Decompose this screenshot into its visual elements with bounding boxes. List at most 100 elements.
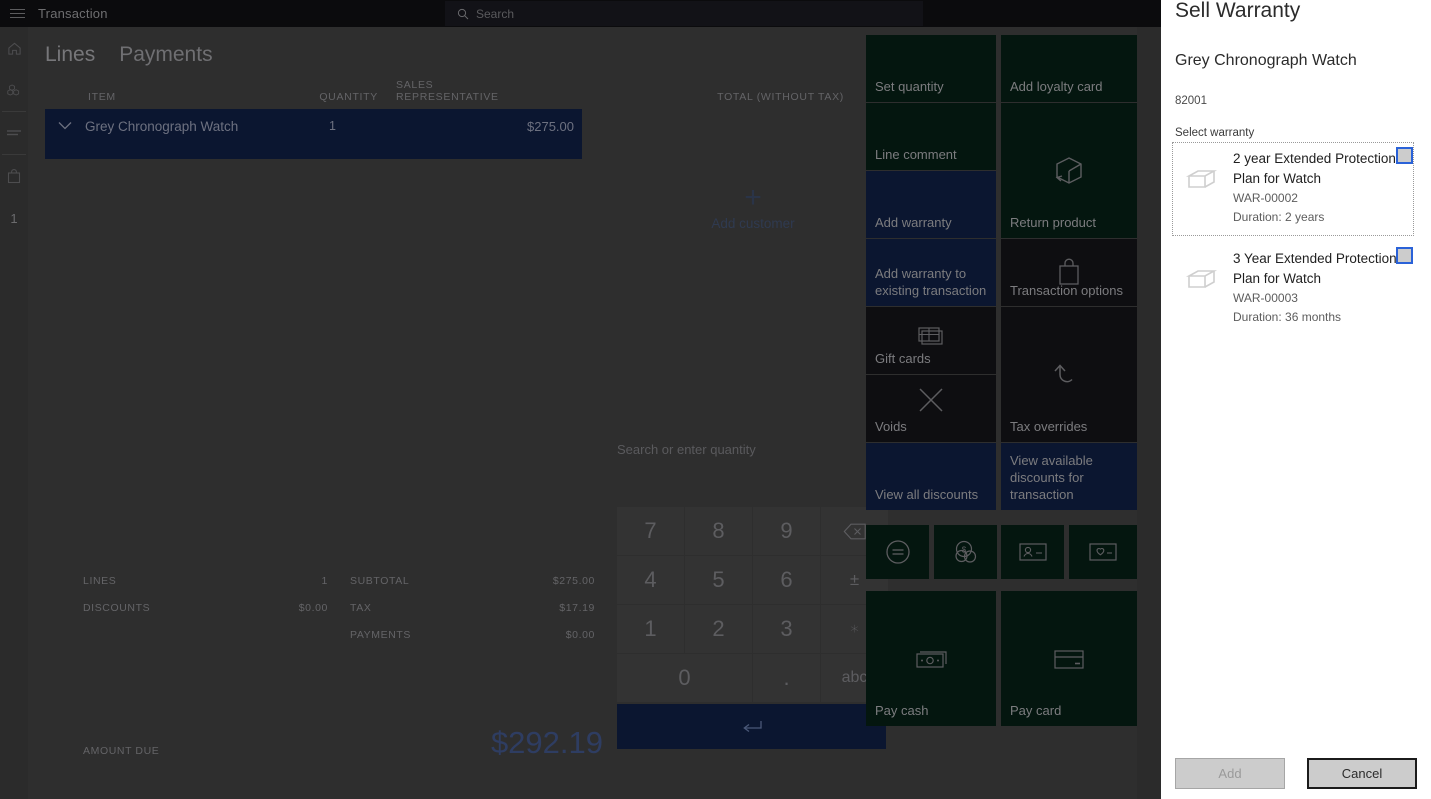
tile-view-all-discounts[interactable]: View all discounts: [866, 443, 996, 510]
totals-right-column: SUBTOTAL $275.00 TAX $17.19 PAYMENTS $0.…: [350, 575, 595, 656]
warranty-checkbox[interactable]: [1396, 147, 1413, 164]
sidebar-item-products[interactable]: [0, 69, 28, 111]
totals-label-discounts: DISCOUNTS: [83, 602, 151, 614]
image-placeholder-icon: [1175, 149, 1233, 227]
key-9[interactable]: 9: [753, 507, 820, 555]
totals-label-lines: LINES: [83, 575, 117, 587]
row-quantity: 1: [329, 119, 336, 133]
row-item-name: Grey Chronograph Watch: [85, 119, 239, 134]
tile-add-warranty-existing[interactable]: Add warranty to existing transaction: [866, 239, 996, 306]
tile-label: Transaction options: [1010, 283, 1123, 298]
tile-line-comment[interactable]: Line comment: [866, 103, 996, 170]
tile-transaction-options[interactable]: Transaction options: [1001, 239, 1137, 306]
totals-label-payments: PAYMENTS: [350, 629, 412, 641]
search-input[interactable]: Search: [445, 1, 923, 26]
search-placeholder: Search: [476, 6, 515, 21]
select-warranty-label: Select warranty: [1175, 127, 1255, 139]
tile-price-check[interactable]: [866, 525, 929, 579]
column-header-sales-representative: SALES REPRESENTATIVE: [396, 79, 499, 103]
dialog-actions: Add Cancel: [1161, 758, 1431, 789]
search-icon: [457, 8, 469, 20]
numeric-keypad: 7 8 9 4 5 6 ± 1 2 3 ∗ 0 . abc: [617, 507, 888, 702]
key-2[interactable]: 2: [685, 605, 752, 653]
totals-label-subtotal: SUBTOTAL: [350, 575, 410, 587]
sidebar-item-cart[interactable]: [0, 155, 28, 197]
tile-set-quantity[interactable]: Set quantity: [866, 35, 996, 102]
plus-icon: +: [744, 181, 762, 214]
tile-label: Return product: [1010, 215, 1096, 230]
key-3[interactable]: 3: [753, 605, 820, 653]
tile-pay-cash[interactable]: Pay cash: [866, 591, 996, 726]
amount-due: AMOUNT DUE $292.19: [83, 725, 603, 761]
list-item[interactable]: 2 year Extended Protection Plan for Watc…: [1172, 142, 1414, 236]
loyalty-card-icon: [1069, 525, 1137, 579]
hamburger-icon[interactable]: [3, 9, 31, 18]
row-total: $275.00: [527, 119, 574, 134]
transaction-panel: Lines Payments ITEM QUANTITY SALES REPRE…: [28, 27, 888, 799]
transaction-totals: LINES 1 DISCOUNTS $0.00 SUBTOTAL $275.00: [83, 575, 603, 760]
totals-row-lines: LINES 1: [83, 575, 328, 602]
key-0[interactable]: 0: [617, 654, 752, 702]
equals-circle-icon: [866, 525, 929, 579]
key-4[interactable]: 4: [617, 556, 684, 604]
key-decimal[interactable]: .: [753, 654, 820, 702]
tile-label: Add loyalty card: [1010, 79, 1103, 94]
add-customer-button[interactable]: + Add customer: [688, 181, 818, 232]
tile-loyalty[interactable]: [1069, 525, 1137, 579]
amount-due-value: $292.19: [490, 725, 603, 760]
tile-tax-overrides[interactable]: Tax overrides: [1001, 307, 1137, 442]
enter-arrow-icon: [741, 720, 763, 734]
key-1[interactable]: 1: [617, 605, 684, 653]
quantity-input-placeholder[interactable]: Search or enter quantity: [614, 442, 893, 457]
add-button[interactable]: Add: [1175, 758, 1285, 789]
warranty-checkbox-wrapper[interactable]: [1396, 147, 1413, 164]
tile-label: Tax overrides: [1010, 419, 1088, 434]
table-row[interactable]: Grey Chronograph Watch 1 $275.00: [45, 109, 582, 159]
column-header-total: TOTAL (WITHOUT TAX): [717, 91, 844, 103]
cart-item-count: 1: [10, 210, 18, 226]
key-7[interactable]: 7: [617, 507, 684, 555]
tab-payments[interactable]: Payments: [119, 43, 212, 67]
tile-currency[interactable]: $: [934, 525, 997, 579]
tile-gift-cards[interactable]: Gift cards: [866, 307, 996, 374]
product-id: 82001: [1175, 95, 1207, 107]
tile-customer-card[interactable]: [1001, 525, 1064, 579]
tile-view-available-discounts[interactable]: View available discounts for transaction: [1001, 443, 1137, 510]
warranty-id: WAR-00002: [1233, 191, 1298, 205]
totals-value-discounts: $0.00: [298, 602, 328, 614]
warranty-info: 2 year Extended Protection Plan for Watc…: [1233, 149, 1411, 227]
warranty-duration: Duration: 36 months: [1233, 310, 1342, 324]
tile-return-product[interactable]: Return product: [1001, 103, 1137, 238]
chevron-down-icon[interactable]: [45, 117, 85, 130]
key-6[interactable]: 6: [753, 556, 820, 604]
tile-pay-card[interactable]: Pay card: [1001, 591, 1137, 726]
tile-voids[interactable]: Voids: [866, 375, 996, 442]
tile-add-loyalty-card[interactable]: Add loyalty card: [1001, 35, 1137, 102]
add-customer-label: Add customer: [711, 216, 795, 231]
key-8[interactable]: 8: [685, 507, 752, 555]
warranty-checkbox[interactable]: [1396, 247, 1413, 264]
keypad-area: Search or enter quantity 7 8 9 4 5 6 ± 1…: [614, 442, 893, 755]
app-title: Transaction: [38, 6, 108, 21]
lines-table-header: ITEM QUANTITY SALES REPRESENTATIVE TOTAL…: [28, 67, 866, 109]
warranty-info: 3 Year Extended Protection Plan for Watc…: [1233, 249, 1411, 327]
sell-warranty-dialog: Sell Warranty Grey Chronograph Watch 820…: [1161, 0, 1431, 799]
totals-value-tax: $17.19: [559, 602, 595, 614]
cancel-button[interactable]: Cancel: [1306, 758, 1417, 789]
warranty-checkbox-wrapper[interactable]: [1396, 247, 1413, 264]
key-5[interactable]: 5: [685, 556, 752, 604]
tab-lines[interactable]: Lines: [45, 43, 95, 67]
screen-root: Transaction Search 1 Lines Payments ITEM…: [0, 0, 1431, 799]
column-header-item: ITEM: [88, 91, 116, 103]
tile-label: Pay cash: [875, 703, 929, 718]
tile-label: View available discounts for transaction: [1010, 453, 1093, 502]
sidebar-item-lines[interactable]: [0, 112, 28, 154]
tile-label: View all discounts: [875, 487, 979, 502]
warranty-list: 2 year Extended Protection Plan for Watc…: [1161, 142, 1431, 335]
enter-button[interactable]: [617, 704, 886, 749]
sidebar-item-home[interactable]: [0, 27, 28, 69]
column-header-quantity: QUANTITY: [319, 91, 378, 103]
tile-add-warranty[interactable]: Add warranty: [866, 171, 996, 238]
list-item[interactable]: 3 Year Extended Protection Plan for Watc…: [1173, 243, 1413, 335]
warranty-duration: Duration: 2 years: [1233, 210, 1325, 224]
